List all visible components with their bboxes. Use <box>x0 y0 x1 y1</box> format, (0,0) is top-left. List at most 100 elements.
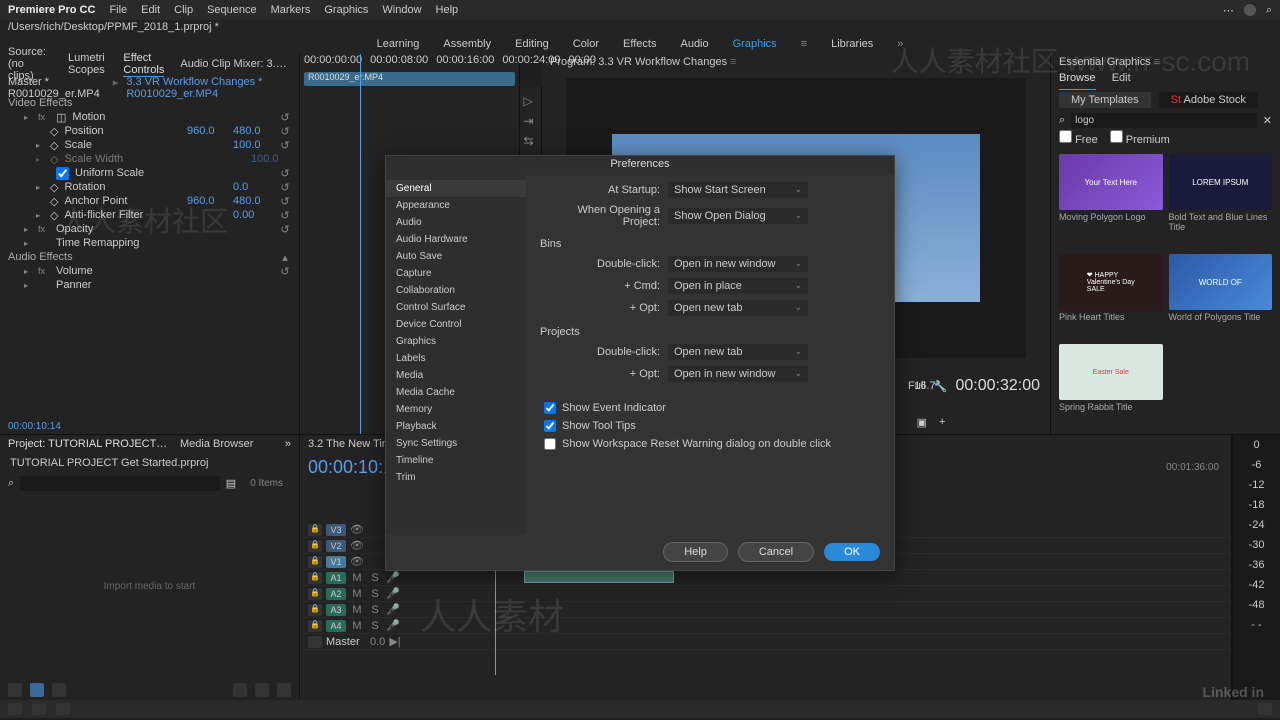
filter-bin-icon[interactable]: ▤ <box>226 477 236 490</box>
track-a4[interactable]: 🔒A4MS🎤 <box>300 618 1231 634</box>
clip-header[interactable]: R0010029_er.MP4 <box>304 72 515 86</box>
cat-audio[interactable]: Audio <box>386 214 526 231</box>
bins-cmd-select[interactable]: Open in place⌄ <box>668 278 808 294</box>
cat-memory[interactable]: Memory <box>386 401 526 418</box>
cat-media[interactable]: Media <box>386 367 526 384</box>
icon-view-icon[interactable] <box>30 683 44 697</box>
cat-timeline[interactable]: Timeline <box>386 452 526 469</box>
ws-graphics[interactable]: Graphics <box>733 38 777 50</box>
uniform-scale-checkbox[interactable] <box>56 167 69 180</box>
menu-edit[interactable]: Edit <box>141 4 160 16</box>
my-templates-button[interactable]: My Templates <box>1059 92 1151 108</box>
stopwatch-icon[interactable]: ◇ <box>50 125 58 138</box>
tab-audio-mixer[interactable]: Audio Clip Mixer: 3.3 VR Workflow Change… <box>180 58 291 70</box>
sb-icon[interactable] <box>8 703 22 715</box>
effect-panner[interactable]: ▸Panner <box>8 278 291 292</box>
eg-item[interactable]: Your Text HereMoving Polygon Logo <box>1059 154 1163 248</box>
stopwatch-icon[interactable]: ◇ <box>50 139 58 152</box>
prop-anti-flicker[interactable]: ▸◇Anti-flicker Filter0.00↺ <box>8 208 291 222</box>
ws-learning[interactable]: Learning <box>377 38 420 50</box>
tab-media-browser[interactable]: Media Browser <box>180 438 253 450</box>
voice-over-icon[interactable]: 🎤 <box>386 571 400 584</box>
effect-time-remapping[interactable]: ▸Time Remapping <box>8 236 291 250</box>
lock-icon[interactable]: 🔒 <box>308 524 322 536</box>
cat-labels[interactable]: Labels <box>386 350 526 367</box>
tab-effect-controls[interactable]: Effect Controls <box>123 52 164 77</box>
bins-dblclick-select[interactable]: Open in new window⌄ <box>668 256 808 272</box>
menu-help[interactable]: Help <box>436 4 459 16</box>
show-tooltips-checkbox[interactable] <box>544 420 556 432</box>
eg-item[interactable]: LOREM IPSUMBold Text and Blue Lines Titl… <box>1169 154 1273 248</box>
prop-scale[interactable]: ▸◇Scale100.0↺ <box>8 138 291 152</box>
toggle-output-icon[interactable]: 👁 <box>350 555 364 568</box>
cancel-button[interactable]: Cancel <box>738 542 814 562</box>
lock-icon[interactable]: 🔒 <box>308 540 322 552</box>
cat-media-cache[interactable]: Media Cache <box>386 384 526 401</box>
cat-graphics[interactable]: Graphics <box>386 333 526 350</box>
audio-clip[interactable] <box>524 571 674 583</box>
track-master[interactable]: Master0.0▶| <box>300 634 1231 650</box>
tab-overflow[interactable]: » <box>285 438 291 450</box>
sb-icon[interactable] <box>32 703 46 715</box>
freeform-view-icon[interactable] <box>52 683 66 697</box>
search-icon[interactable]: ⌕ <box>1266 4 1272 17</box>
lock-icon[interactable]: 🔒 <box>308 556 322 568</box>
menu-markers[interactable]: Markers <box>271 4 311 16</box>
cat-sync-settings[interactable]: Sync Settings <box>386 435 526 452</box>
track-a2[interactable]: 🔒A2MS🎤 <box>300 586 1231 602</box>
ws-overflow[interactable]: » <box>897 38 903 50</box>
prop-anchor-point[interactable]: ◇Anchor Point960.0480.0↺ <box>8 194 291 208</box>
adobe-stock-button[interactable]: St Adobe Stock <box>1159 92 1258 108</box>
toggle-output-icon[interactable]: 👁 <box>350 539 364 552</box>
help-button[interactable]: Help <box>663 542 728 562</box>
menu-window[interactable]: Window <box>382 4 421 16</box>
proj-dblclick-select[interactable]: Open new tab⌄ <box>668 344 808 360</box>
startup-select[interactable]: Show Start Screen⌄ <box>668 182 808 198</box>
clear-search-icon[interactable]: ✕ <box>1263 114 1272 127</box>
prop-position[interactable]: ◇Position960.0480.0↺ <box>8 124 291 138</box>
ws-graphics-menu-icon[interactable]: ≡ <box>801 38 807 50</box>
tab-lumetri[interactable]: Lumetri Scopes <box>68 52 107 76</box>
ws-effects[interactable]: Effects <box>623 38 656 50</box>
bins-opt-select[interactable]: Open new tab⌄ <box>668 300 808 316</box>
list-view-icon[interactable] <box>8 683 22 697</box>
ws-assembly[interactable]: Assembly <box>443 38 491 50</box>
filter-premium[interactable]: Premium <box>1110 130 1170 148</box>
user-avatar[interactable] <box>1244 4 1256 16</box>
show-event-indicator-checkbox[interactable] <box>544 402 556 414</box>
sb-icon[interactable] <box>56 703 70 715</box>
ws-libraries[interactable]: Libraries <box>831 38 873 50</box>
cat-appearance[interactable]: Appearance <box>386 197 526 214</box>
lock-icon[interactable]: 🔒 <box>308 572 322 584</box>
ripple-edit-icon[interactable]: ⇆ <box>524 134 538 148</box>
cat-audio-hardware[interactable]: Audio Hardware <box>386 231 526 248</box>
track-a3[interactable]: 🔒A3MS🎤 <box>300 602 1231 618</box>
cat-device-control[interactable]: Device Control <box>386 316 526 333</box>
toggle-output-icon[interactable]: 👁 <box>350 523 364 536</box>
ws-editing[interactable]: Editing <box>515 38 549 50</box>
cat-collaboration[interactable]: Collaboration <box>386 282 526 299</box>
effect-motion[interactable]: ▸fx◫Motion↺ <box>8 110 291 124</box>
eg-item[interactable]: WORLD OFWorld of Polygons Title <box>1169 254 1273 338</box>
workspace-reset-warning-checkbox[interactable] <box>544 438 556 450</box>
ok-button[interactable]: OK <box>824 543 880 561</box>
new-bin-icon[interactable] <box>233 683 247 697</box>
project-empty-state[interactable]: Import media to start <box>0 493 299 680</box>
tab-project[interactable]: Project: TUTORIAL PROJECT Get Started <box>8 438 168 450</box>
eg-tab-browse[interactable]: Browse <box>1059 72 1096 90</box>
cat-auto-save[interactable]: Auto Save <box>386 248 526 265</box>
selection-tool-icon[interactable]: ▷ <box>524 94 538 108</box>
cloud-icon[interactable]: ⋯ <box>1223 4 1234 17</box>
sb-icon[interactable] <box>1258 703 1272 715</box>
cat-control-surface[interactable]: Control Surface <box>386 299 526 316</box>
safe-margins-icon[interactable]: ▣ <box>917 416 927 429</box>
new-item-icon[interactable] <box>255 683 269 697</box>
open-project-select[interactable]: Show Open Dialog⌄ <box>668 208 808 224</box>
stopwatch-icon[interactable]: ◇ <box>50 181 58 194</box>
menu-sequence[interactable]: Sequence <box>207 4 257 16</box>
delete-icon[interactable] <box>277 683 291 697</box>
stopwatch-icon[interactable]: ◇ <box>50 209 58 222</box>
eg-tab-edit[interactable]: Edit <box>1112 72 1131 90</box>
track-select-icon[interactable]: ⇥ <box>524 114 538 128</box>
effect-volume[interactable]: ▸fxVolume↺ <box>8 264 291 278</box>
